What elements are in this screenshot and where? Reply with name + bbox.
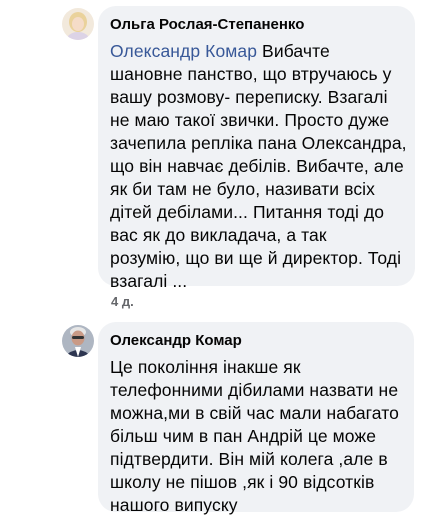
- avatar[interactable]: [62, 325, 94, 357]
- comment-thread: Ольга Рослая-Степаненко Олександр Комар …: [0, 0, 428, 516]
- comment-timestamp[interactable]: 4 д.: [111, 294, 134, 309]
- avatar-photo: [62, 325, 94, 357]
- mention-link[interactable]: Олександр Комар: [110, 41, 257, 61]
- comment-text: Це покоління інакше як телефонними дібил…: [110, 357, 399, 515]
- avatar[interactable]: [62, 8, 94, 40]
- comment-bubble: Ольга Рослая-Степаненко Олександр Комар …: [98, 6, 415, 291]
- comment-author[interactable]: Ольга Рослая-Степаненко: [110, 16, 403, 34]
- comment-text: Олександр Комар Вибачте шановне панство,…: [110, 41, 407, 291]
- comment-author[interactable]: Олександр Комар: [110, 332, 402, 350]
- comment-bubble: Олександр Комар Це покоління інакше як т…: [98, 322, 414, 515]
- avatar-photo: [62, 8, 94, 40]
